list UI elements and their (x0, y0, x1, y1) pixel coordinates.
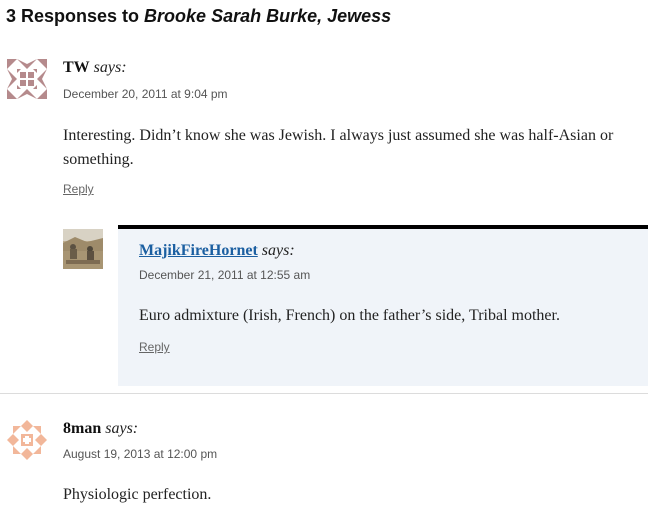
reply-link[interactable]: Reply (63, 182, 94, 196)
comment-text: Interesting. Didn’t know she was Jewish.… (63, 127, 614, 168)
comment-author-line: MajikFireHornet says: (139, 242, 295, 260)
comment-text: Euro admixture (Irish, French) on the fa… (139, 307, 560, 324)
comment-author: TW (63, 59, 90, 76)
comment-date[interactable]: August 19, 2013 at 12:00 pm (63, 447, 217, 461)
comment-author: 8man (63, 420, 102, 437)
post-title: Brooke Sarah Burke, Jewess (144, 6, 392, 26)
comment-author-line: 8man says: (63, 420, 138, 438)
response-count: 3 Responses to (6, 6, 145, 26)
comments-heading: 3 Responses to Brooke Sarah Burke, Jewes… (6, 6, 391, 27)
identicon-avatar-8man (7, 420, 47, 460)
says-label: says: (105, 420, 139, 437)
comment-divider (0, 393, 648, 394)
comment-text: Physiologic perfection. (63, 486, 212, 503)
comment-author-line: TW says: (63, 59, 127, 77)
comment-date[interactable]: December 20, 2011 at 9:04 pm (63, 87, 228, 101)
says-label: says: (261, 242, 295, 259)
identicon-avatar-tw (7, 59, 47, 99)
reply-link[interactable]: Reply (139, 340, 170, 354)
photo-avatar (63, 229, 103, 269)
comment-author-link[interactable]: MajikFireHornet (139, 242, 258, 259)
comment-date[interactable]: December 21, 2011 at 12:55 am (139, 268, 310, 282)
says-label: says: (93, 59, 127, 76)
